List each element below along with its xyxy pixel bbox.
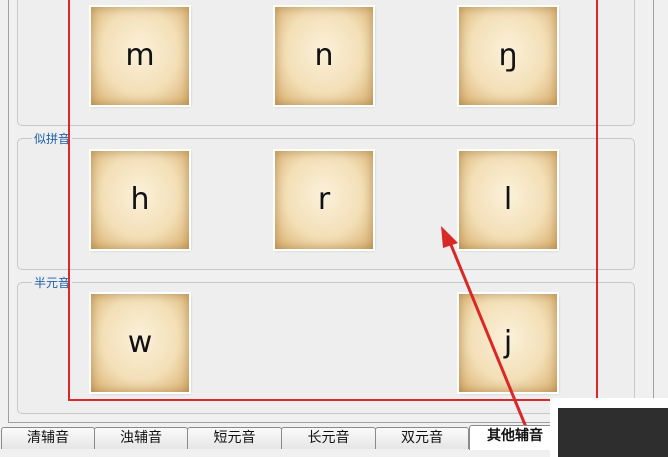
overlay-block xyxy=(550,398,668,457)
phoneme-card-j[interactable]: j xyxy=(459,294,557,392)
tab-long-vowels[interactable]: 长元音 xyxy=(281,427,376,449)
phoneme-card-eng[interactable]: ŋ xyxy=(459,7,557,105)
group-label-semivowel: 半元音 xyxy=(32,276,73,290)
phoneme-card-m[interactable]: m xyxy=(91,7,189,105)
phoneme-symbol: ŋ xyxy=(498,38,518,73)
phoneme-symbol: h xyxy=(130,182,150,217)
phoneme-card-h[interactable]: h xyxy=(91,151,189,249)
phoneme-symbol: l xyxy=(503,182,513,217)
phoneme-card-l[interactable]: l xyxy=(459,151,557,249)
phoneme-symbol: w xyxy=(127,325,153,360)
overlay-block-inner xyxy=(558,408,668,457)
tab-voiced-consonants[interactable]: 浊辅音 xyxy=(94,427,188,449)
phoneme-symbol: m xyxy=(125,38,155,73)
tab-other-consonants[interactable]: 其他辅音 xyxy=(469,425,561,450)
phoneme-card-w[interactable]: w xyxy=(91,294,189,392)
tab-voiceless-consonants[interactable]: 清辅音 xyxy=(1,427,95,449)
phoneme-card-r[interactable]: r xyxy=(275,151,373,249)
phoneme-symbol: n xyxy=(314,38,334,73)
tab-diphthongs[interactable]: 双元音 xyxy=(375,427,469,449)
phoneme-card-n[interactable]: n xyxy=(275,7,373,105)
tab-short-vowels[interactable]: 短元音 xyxy=(187,427,282,449)
phoneme-symbol: j xyxy=(503,325,513,360)
group-label-approximant: 似拼音 xyxy=(32,132,73,146)
phoneme-symbol: r xyxy=(317,182,331,217)
